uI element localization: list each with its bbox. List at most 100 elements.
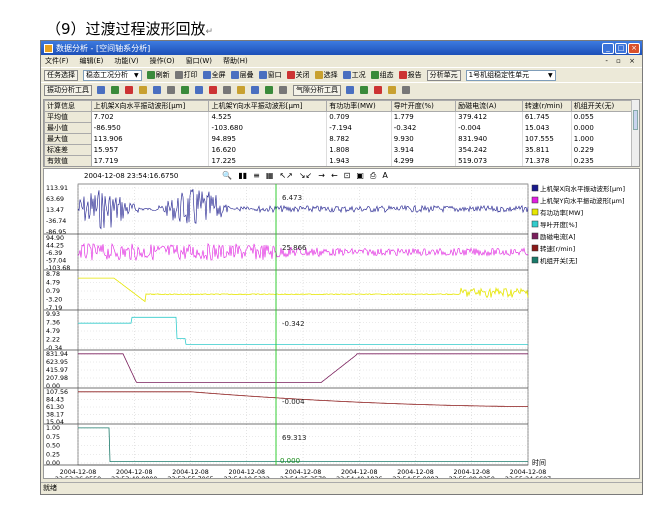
print-button[interactable]: 打印 xyxy=(174,70,198,80)
x-tick-time: 23:54:40.1836 xyxy=(336,476,382,478)
column-header[interactable]: 转速(r/min) xyxy=(521,100,572,112)
fullscreen-button[interactable]: 全屏 xyxy=(202,70,226,80)
menu-file[interactable]: 文件(F) xyxy=(45,56,69,66)
column-header[interactable]: 计算信息 xyxy=(44,100,92,112)
print-chart-icon[interactable]: ⎙ xyxy=(370,171,376,181)
table-cell: 113.906 xyxy=(91,133,210,145)
table-cell: 354.242 xyxy=(455,144,523,156)
spectrum-icon[interactable] xyxy=(111,86,119,94)
right-arrow-icon[interactable]: → xyxy=(318,171,325,181)
table-icon[interactable] xyxy=(402,86,410,94)
maximize-button[interactable]: □ xyxy=(615,42,627,54)
mode-select[interactable]: 稳态工况分析 ▼ xyxy=(83,69,142,81)
table-row[interactable]: 平均值 7.702 4.525 0.709 1.779 379.412 61.745 0.05… xyxy=(44,111,635,123)
tile-button[interactable]: 层叠 xyxy=(230,70,254,80)
table-cell: 15.043 xyxy=(522,122,572,134)
mdi-controls[interactable]: - ▫ × xyxy=(605,57,642,65)
column-header[interactable]: 励磁电流(A) xyxy=(455,100,523,112)
close-icon xyxy=(286,71,295,79)
legend-label: 机组开关[无] xyxy=(540,256,578,265)
search-icon[interactable] xyxy=(346,86,354,94)
column-header[interactable]: 上机架X向水平振动波形[μm] xyxy=(90,100,210,112)
menu-help[interactable]: 帮助(H) xyxy=(223,56,248,66)
legend-label: 上机架X向水平振动波形[μm] xyxy=(540,184,625,193)
y-tick-label: 107.56 xyxy=(46,389,68,396)
left-arrow-icon[interactable]: ← xyxy=(331,171,338,181)
channel-select-icon[interactable]: ▮▮ xyxy=(238,171,247,181)
vibration-analysis-tools-button[interactable]: 振动分析工具 xyxy=(44,84,92,96)
expand-icon[interactable]: ↖↗ xyxy=(279,171,292,181)
window-icon xyxy=(258,71,267,79)
column-header[interactable]: 上机架Y向水平振动波形[μm] xyxy=(208,100,328,112)
table-cell: 379.412 xyxy=(455,111,523,123)
table-cell: 17.225 xyxy=(208,155,328,166)
cursor-icon[interactable] xyxy=(265,86,273,94)
gas-analysis-tools-button[interactable]: 气隙分析工具 xyxy=(293,84,341,96)
text-icon[interactable]: A xyxy=(382,171,387,181)
waveform-chart[interactable]: 113.9163.6913.47-36.74-86.956.47394.9044… xyxy=(44,182,639,478)
refresh-button[interactable]: 刷新 xyxy=(146,70,170,80)
gap-icon[interactable] xyxy=(360,86,368,94)
report-icon xyxy=(398,71,407,79)
marker-icon[interactable] xyxy=(279,86,287,94)
y-tick-label: -6.39 xyxy=(46,250,62,257)
table-cell: 831.940 xyxy=(455,133,523,145)
table-scrollbar[interactable] xyxy=(631,100,639,166)
task-select-button[interactable]: 任务选择 xyxy=(44,69,78,81)
export-icon[interactable] xyxy=(237,86,245,94)
condition-button[interactable]: 工况 xyxy=(342,70,366,80)
waveform-icon[interactable] xyxy=(97,86,105,94)
polar-icon[interactable] xyxy=(181,86,189,94)
table-cell: 94.895 xyxy=(208,133,328,145)
close-button[interactable]: × xyxy=(628,42,640,54)
select-icon xyxy=(314,71,323,79)
window-button[interactable]: 窗口 xyxy=(258,70,282,80)
menu-edit[interactable]: 编辑(E) xyxy=(80,56,104,66)
column-header[interactable]: 机组开关(无) xyxy=(570,100,635,112)
x-tick-date: 2004-12-08 xyxy=(172,469,209,476)
table-row[interactable]: 有效值 17.719 17.225 1.943 4.299 519.073 71.378 0.… xyxy=(44,155,635,166)
group-button[interactable]: 组态 xyxy=(370,70,394,80)
main-toolbar: 任务选择 稳态工况分析 ▼ 刷新 打印 全屏 层叠 窗口 关闭 选择 工况 组态 … xyxy=(41,67,642,82)
minimize-button[interactable]: _ xyxy=(602,42,614,54)
legend-swatch xyxy=(531,244,539,252)
y-tick-label: 831.94 xyxy=(46,351,68,358)
x-tick-time: 23:54:25.3579 xyxy=(280,476,326,478)
zoom-icon[interactable] xyxy=(251,86,259,94)
row-label: 标准差 xyxy=(44,144,92,156)
grid-icon[interactable]: ▦ xyxy=(266,171,274,181)
range-icon[interactable]: ⊡ xyxy=(344,171,351,181)
report-button[interactable]: 报告 xyxy=(398,70,422,80)
menu-function[interactable]: 功能(V) xyxy=(114,56,138,66)
unit-select[interactable]: 1号机组稳定性单元 ▼ xyxy=(465,69,556,81)
scrollbar-thumb[interactable] xyxy=(633,110,638,130)
y-tick-label: 0.00 xyxy=(46,460,60,467)
close-window-button[interactable]: 关闭 xyxy=(286,70,310,80)
shaft-icon[interactable] xyxy=(195,86,203,94)
filter-icon[interactable] xyxy=(209,86,217,94)
image-icon[interactable]: ▣ xyxy=(356,171,364,181)
y-tick-label: -36.74 xyxy=(46,218,66,225)
settings-icon[interactable] xyxy=(223,86,231,94)
table-row[interactable]: 最小值 -86.950 -103.680 -7.194 -0.342 -0.004 15.0… xyxy=(44,122,635,134)
x-tick-time: 23:53:55.7065 xyxy=(167,476,213,478)
menu-window[interactable]: 窗口(W) xyxy=(186,56,212,66)
rotor-icon[interactable] xyxy=(374,86,382,94)
y-tick-label: 0.75 xyxy=(46,434,60,441)
stack-icon[interactable]: ≡ xyxy=(253,171,260,181)
shrink-icon[interactable]: ↘↙ xyxy=(299,171,312,181)
cascade-plot-icon[interactable] xyxy=(153,86,161,94)
table-cell: -86.950 xyxy=(91,122,210,134)
trend-icon[interactable] xyxy=(139,86,147,94)
orbit-icon[interactable] xyxy=(125,86,133,94)
column-header[interactable]: 导叶开度(%) xyxy=(390,100,457,112)
column-header[interactable]: 有功功率(MW) xyxy=(326,100,392,112)
bode-icon[interactable] xyxy=(167,86,175,94)
menu-operation[interactable]: 操作(O) xyxy=(150,56,175,66)
table-row[interactable]: 标准差 15.957 16.620 1.808 3.914 354.242 35.811 0.… xyxy=(44,144,635,156)
select-button[interactable]: 选择 xyxy=(314,70,338,80)
zoom-icon[interactable]: 🔍 xyxy=(222,171,232,181)
table-row[interactable]: 最大值 113.906 94.895 8.782 9.930 831.940 107.555… xyxy=(44,133,635,145)
app-icon xyxy=(44,43,53,53)
pole-icon[interactable] xyxy=(388,86,396,94)
